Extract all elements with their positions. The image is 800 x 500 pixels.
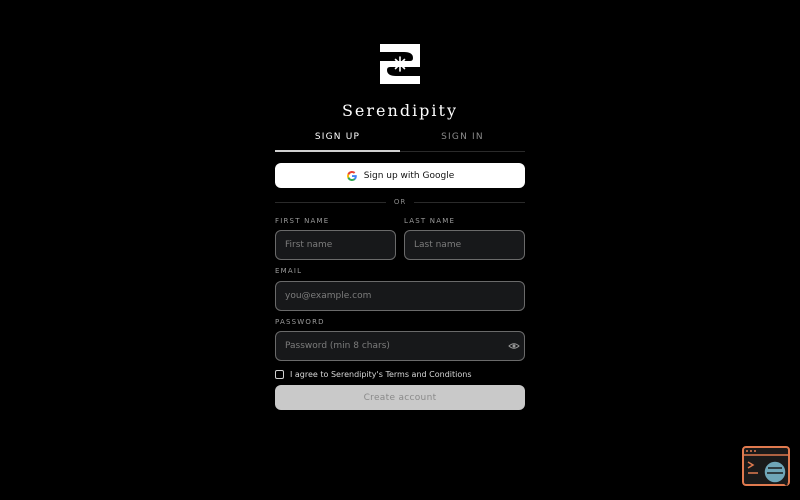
email-label: EMAIL [275, 267, 303, 275]
brand-name: Serendipity [341, 101, 459, 120]
serendipity-logo-icon [380, 44, 420, 84]
auth-tabs: SIGN UP SIGN IN [275, 128, 525, 152]
terms-checkbox[interactable] [275, 369, 284, 379]
eye-icon[interactable] [508, 340, 520, 352]
email-input[interactable] [275, 281, 525, 311]
google-icon [346, 170, 357, 181]
google-signup-button[interactable]: Sign up with Google [275, 163, 525, 188]
password-label: PASSWORD [275, 318, 325, 326]
last-name-label: LAST NAME [404, 217, 456, 225]
divider-line-left [275, 201, 386, 203]
tab-sign-in[interactable]: SIGN IN [400, 128, 525, 151]
password-input[interactable] [275, 331, 525, 361]
or-divider: OR [275, 196, 525, 208]
assistant-widget-icon[interactable] [742, 446, 790, 486]
first-name-input[interactable] [275, 230, 396, 260]
first-name-label: FIRST NAME [275, 217, 330, 225]
google-button-label: Sign up with Google [363, 170, 455, 181]
terms-label: I agree to Serendipity's Terms and Condi… [290, 369, 472, 379]
tab-sign-up[interactable]: SIGN UP [275, 128, 400, 152]
create-account-button[interactable]: Create account [275, 385, 525, 410]
divider-label: OR [393, 198, 407, 206]
divider-line-right [414, 201, 525, 203]
terms-row: I agree to Serendipity's Terms and Condi… [275, 368, 471, 380]
last-name-input[interactable] [404, 230, 525, 260]
